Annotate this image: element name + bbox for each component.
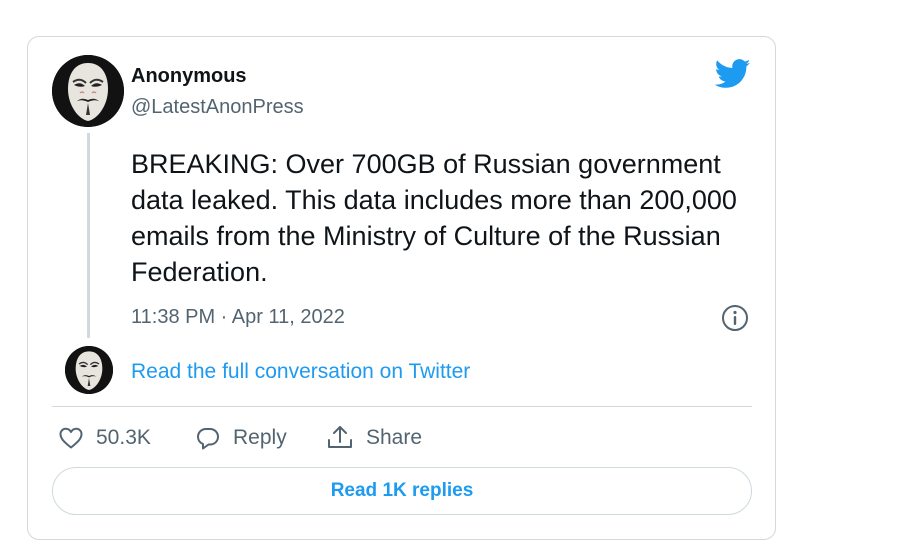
share-label: Share [366, 426, 423, 449]
divider [52, 406, 752, 407]
heart-icon [59, 427, 83, 449]
read-full-conversation-link[interactable]: Read the full conversation on Twitter [131, 360, 470, 384]
twitter-bird-icon[interactable] [714, 59, 751, 89]
author-avatar-small[interactable] [65, 346, 113, 394]
share-upload-icon [328, 426, 352, 448]
tweet-timestamp[interactable]: 11:38 PM · Apr 11, 2022 [131, 306, 345, 329]
like-button[interactable]: 50.3K [58, 423, 151, 453]
author-handle[interactable]: @LatestAnonPress [131, 96, 304, 119]
reply-button[interactable]: Reply [195, 423, 287, 453]
embedded-tweet-card: Anonymous @LatestAnonPress BREAKING: Ove… [27, 36, 776, 540]
like-count: 50.3K [96, 426, 151, 449]
author-name[interactable]: Anonymous [131, 65, 247, 88]
thread-connector-line [87, 133, 90, 338]
anonymous-mask-image [52, 55, 124, 127]
author-avatar[interactable] [52, 55, 124, 127]
share-button[interactable]: Share [326, 423, 422, 453]
read-replies-button[interactable]: Read 1K replies [52, 467, 752, 515]
reply-bubble-icon [197, 428, 219, 450]
tweet-text: BREAKING: Over 700GB of Russian governme… [131, 149, 737, 287]
info-icon[interactable] [721, 304, 749, 332]
reply-label: Reply [233, 426, 287, 449]
anonymous-mask-image [65, 346, 113, 394]
